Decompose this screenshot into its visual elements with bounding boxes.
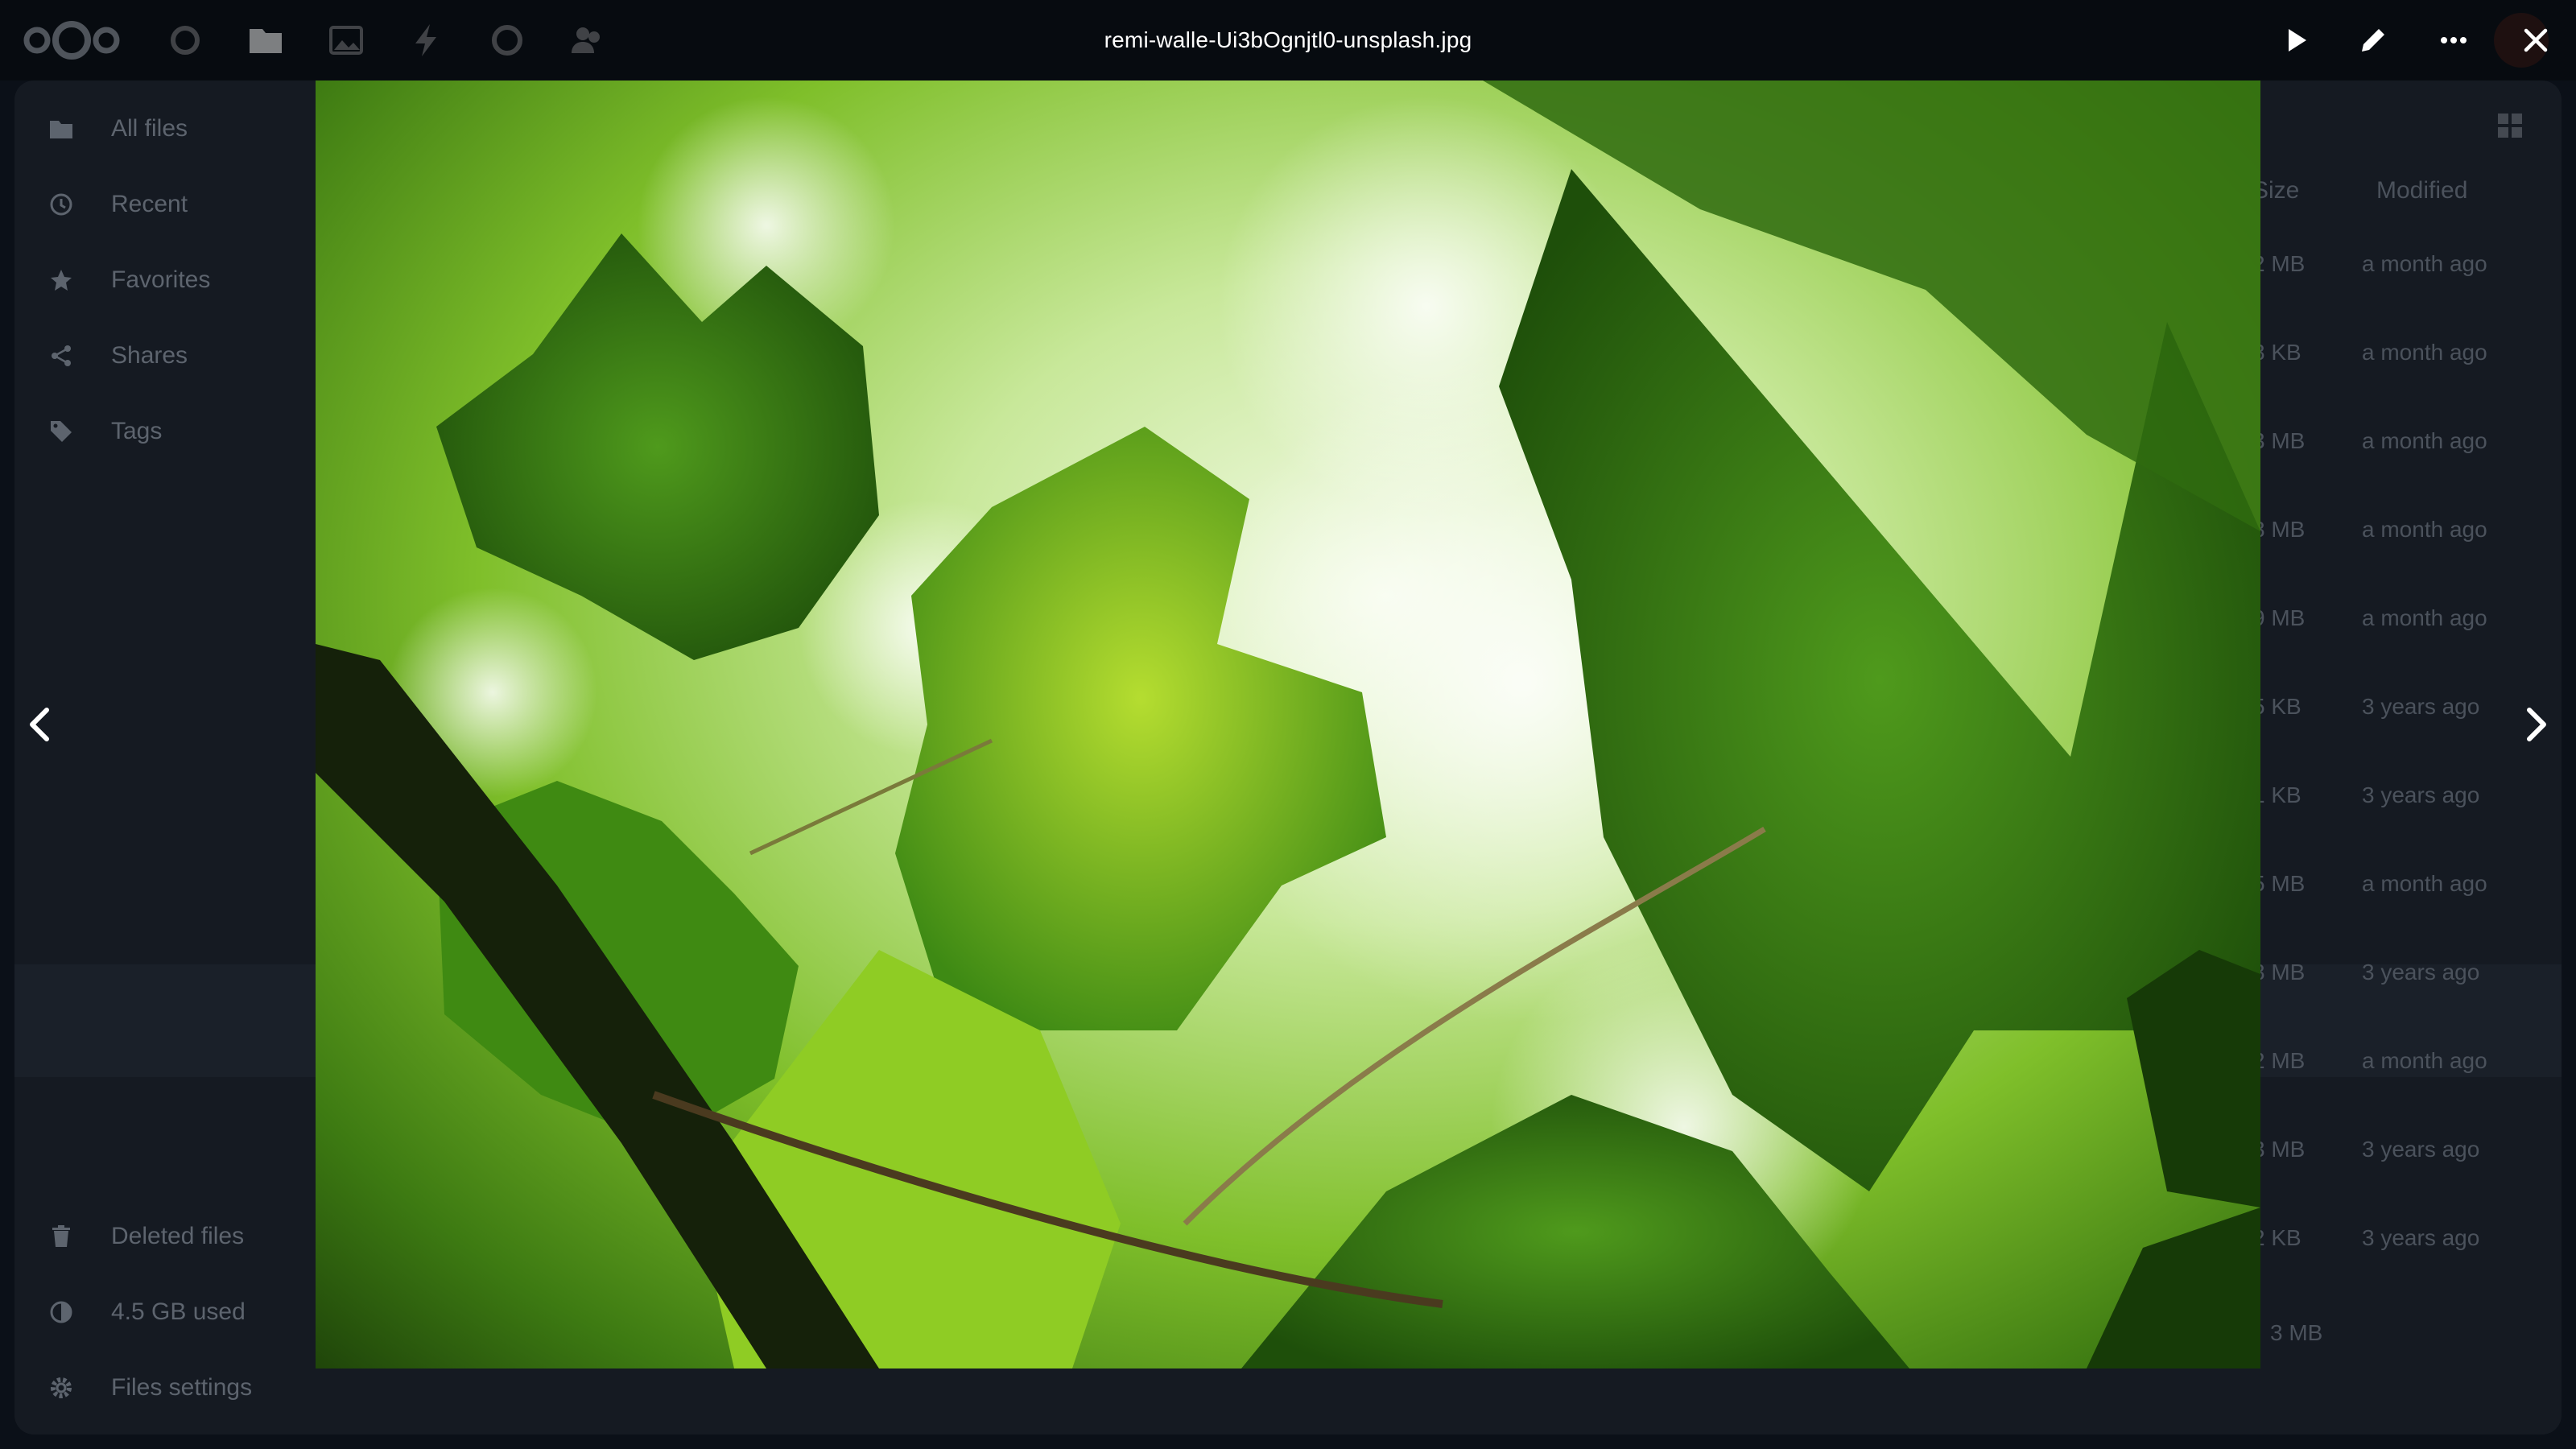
table-cell-modified: 3 years ago bbox=[2362, 960, 2480, 985]
sidebar-item-shares[interactable]: Shares bbox=[47, 332, 188, 380]
clock-icon bbox=[47, 190, 76, 219]
star-icon bbox=[47, 266, 76, 295]
edit-button[interactable] bbox=[2349, 16, 2397, 64]
sidebar-item-label: Shares bbox=[111, 342, 188, 369]
sidebar-item-label: All files bbox=[111, 115, 188, 142]
table-cell-modified: a month ago bbox=[2362, 428, 2487, 453]
table-total-size: 3 MB bbox=[2270, 1320, 2323, 1345]
grid-view-icon[interactable] bbox=[2496, 111, 2524, 140]
pencil-icon bbox=[2362, 29, 2384, 52]
sidebar-item-label: Deleted files bbox=[111, 1223, 245, 1249]
close-icon bbox=[2524, 28, 2548, 52]
gear-icon bbox=[47, 1373, 76, 1402]
sidebar-item-files-settings[interactable]: Files settings bbox=[47, 1364, 252, 1412]
table-cell-modified: a month ago bbox=[2362, 340, 2487, 365]
sidebar-item-label: Files settings bbox=[111, 1374, 253, 1401]
trash-icon bbox=[47, 1222, 76, 1251]
table-cell-modified: a month ago bbox=[2362, 251, 2487, 276]
sidebar-storage-quota[interactable]: 4.5 GB used bbox=[47, 1288, 246, 1336]
tag-icon bbox=[47, 417, 76, 446]
sidebar-item-tags[interactable]: Tags bbox=[47, 407, 162, 456]
slideshow-button[interactable] bbox=[2272, 16, 2320, 64]
more-icon bbox=[2441, 37, 2467, 43]
sidebar-item-deleted-files[interactable]: Deleted files bbox=[47, 1212, 244, 1261]
previous-image-button[interactable] bbox=[8, 692, 72, 757]
column-header-modified[interactable]: Modified bbox=[2376, 177, 2467, 204]
table-cell-modified: a month ago bbox=[2362, 871, 2487, 896]
chevron-right-icon bbox=[2527, 708, 2546, 741]
folder-icon bbox=[47, 114, 76, 143]
table-cell-modified: a month ago bbox=[2362, 1048, 2487, 1073]
table-cell-modified: a month ago bbox=[2362, 517, 2487, 542]
table-cell-modified: 3 years ago bbox=[2362, 1137, 2480, 1162]
sidebar-item-label: 4.5 GB used bbox=[111, 1298, 246, 1325]
table-cell-modified: 3 years ago bbox=[2362, 694, 2480, 719]
viewer-file-name: remi-walle-Ui3bOgnjtl0-unsplash.jpg bbox=[1104, 27, 1472, 52]
table-cell-modified: 3 years ago bbox=[2362, 782, 2480, 807]
next-image-button[interactable] bbox=[2504, 692, 2568, 757]
sidebar-item-label: Recent bbox=[111, 191, 188, 217]
more-actions-button[interactable] bbox=[2429, 16, 2478, 64]
sidebar-item-recent[interactable]: Recent bbox=[47, 180, 188, 229]
close-viewer-button[interactable] bbox=[2512, 16, 2560, 64]
sidebar-item-favorites[interactable]: Favorites bbox=[47, 256, 210, 304]
pie-icon bbox=[47, 1298, 76, 1327]
sidebar-item-all-files[interactable]: All files bbox=[47, 105, 188, 153]
chevron-left-icon bbox=[30, 708, 49, 741]
image-preview bbox=[316, 80, 2260, 1368]
play-icon bbox=[2289, 29, 2306, 52]
share-icon bbox=[47, 341, 76, 370]
table-cell-modified: 3 years ago bbox=[2362, 1225, 2480, 1250]
table-cell-modified: a month ago bbox=[2362, 605, 2487, 630]
sidebar-item-label: Tags bbox=[111, 418, 163, 444]
sidebar-item-label: Favorites bbox=[111, 266, 211, 293]
